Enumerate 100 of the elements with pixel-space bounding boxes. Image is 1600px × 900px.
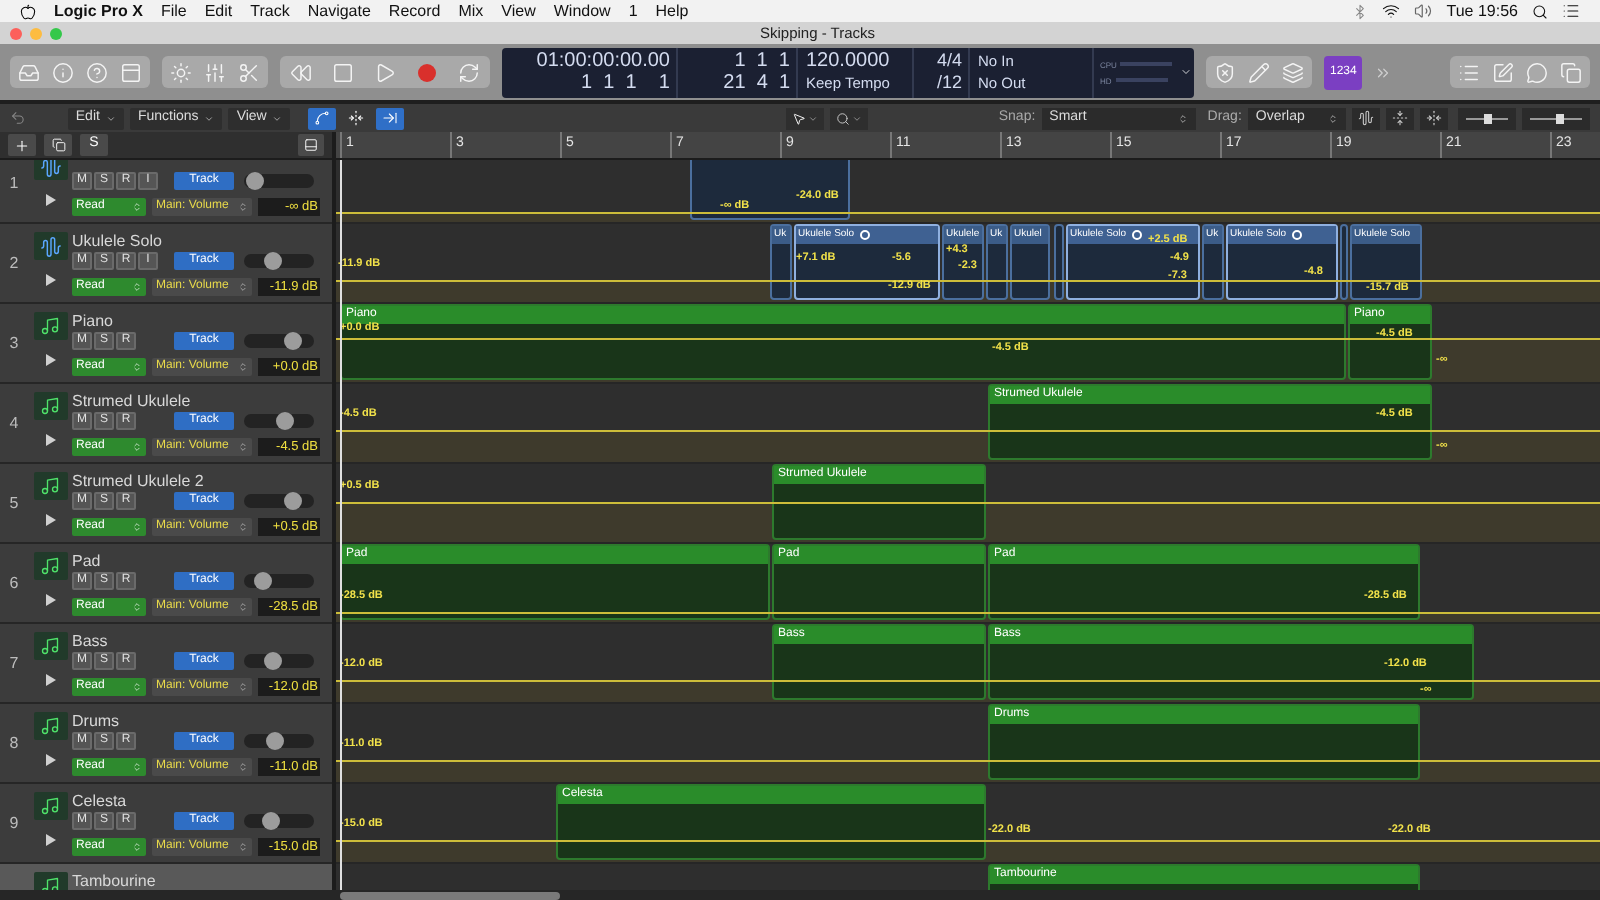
list-icon[interactable] [1562,2,1580,20]
waveform-zoom-button[interactable] [1352,107,1381,129]
music-note-icon [40,396,60,416]
menu-item[interactable]: Record [388,0,441,23]
volume-slider[interactable] [244,573,314,587]
menu-item[interactable]: Edit [204,0,233,23]
app-menu[interactable]: Logic Pro X [54,0,143,23]
back-arrow-icon[interactable] [10,110,26,126]
audio-region[interactable] [1054,224,1064,300]
disclosure-triangle-icon[interactable] [45,274,55,286]
menu-item[interactable]: View [501,0,536,23]
waveform-icon [39,160,61,177]
track-name[interactable]: Bass [72,632,108,650]
catch-toggle-button[interactable] [376,107,405,129]
vertical-zoom-slider[interactable] [1457,107,1517,129]
slider-knob[interactable] [262,811,281,829]
menu-item[interactable]: 1 [628,0,638,23]
slider-knob[interactable] [283,491,301,509]
audio-region[interactable] [1340,224,1348,300]
disclosure-triangle-icon[interactable] [45,434,55,446]
volume-slider[interactable] [244,733,314,747]
slider-thumb[interactable] [1483,113,1492,123]
pointer-tool-menu[interactable] [786,107,825,129]
slider-knob[interactable] [283,331,301,349]
audio-region[interactable] [690,160,850,220]
chevron-down-icon [272,113,283,123]
left-locator: 1 1 1 [734,50,790,72]
track-name[interactable]: Pad [72,552,101,570]
horizontal-zoom-slider[interactable] [1522,107,1591,129]
volume-slider[interactable] [244,173,314,187]
flex-icon [348,110,365,126]
menu-item[interactable]: Window [553,0,611,23]
volume-slider[interactable] [244,253,314,267]
volume-slider[interactable] [244,813,314,827]
bluetooth-icon[interactable] [1352,3,1369,19]
updown-icon [238,681,248,691]
horizontal-scrollbar-thumb[interactable] [340,892,560,900]
updown-icon [132,361,142,371]
slider-knob[interactable] [246,171,265,189]
slider-knob[interactable] [265,731,284,749]
disclosure-triangle-icon[interactable] [45,194,55,206]
updown-icon [132,841,142,851]
search-icon[interactable] [1532,3,1548,19]
duplicate-icon [51,138,65,152]
music-note-icon [40,476,60,496]
chevron-down-icon [808,113,819,123]
track-number: 4 [9,411,19,435]
fit-horizontal-button[interactable] [1420,107,1448,129]
pointer-icon [792,111,807,125]
disclosure-triangle-icon[interactable] [45,514,55,526]
menu-item[interactable]: Help [655,0,689,23]
menu-clock[interactable]: Tue 19:56 [1446,0,1518,23]
track-number: 7 [9,651,19,675]
zoom-tool-menu[interactable] [830,107,869,129]
track-name[interactable]: Drums [72,712,120,730]
apple-icon[interactable] [20,3,36,19]
time-signature: 4/4 [936,50,962,72]
disclosure-triangle-icon[interactable] [45,354,55,366]
menu-item[interactable]: Mix [458,0,484,23]
info-icon [52,61,74,83]
automation-toggle-button[interactable] [308,107,337,129]
music-note-icon [40,796,60,816]
slider-thumb[interactable] [1555,113,1564,123]
speaker-icon[interactable] [1414,2,1433,20]
track-name[interactable]: Piano [72,312,113,330]
volume-slider[interactable] [244,413,314,427]
updown-icon [1328,113,1339,123]
track-number: 8 [9,731,19,755]
waveform-icon [1358,110,1375,126]
track-name[interactable]: Tambourine [72,872,156,890]
disclosure-triangle-icon[interactable] [45,674,55,686]
wifi-icon[interactable] [1382,2,1401,20]
track-name[interactable]: Strumed Ukulele [72,392,191,410]
menu-item[interactable]: Track [250,0,290,23]
slider-knob[interactable] [254,571,273,589]
loop-icon [860,230,871,240]
track-name[interactable]: Ukulele Solo [72,232,162,250]
disclosure-triangle-icon[interactable] [45,594,55,606]
track-header[interactable]: Tambourine [0,864,332,890]
volume-slider[interactable] [244,333,314,347]
menu-item[interactable]: Navigate [307,0,371,23]
slider-knob[interactable] [264,651,283,669]
updown-icon [238,361,248,371]
disclosure-triangle-icon[interactable] [45,834,55,846]
menu-item[interactable]: File [160,0,187,23]
volume-slider[interactable] [244,653,314,667]
chevron-down-icon [1180,66,1192,78]
updown-icon [238,601,248,611]
music-note-icon [40,316,60,336]
volume-slider[interactable] [244,493,314,507]
fit-vertical-button[interactable] [1386,107,1415,129]
updown-icon [132,201,142,211]
catch-icon [382,110,399,126]
track-name[interactable]: Strumed Ukulele 2 [72,472,204,490]
track-name[interactable]: Celesta [72,792,127,810]
slider-knob[interactable] [264,251,283,269]
fold-horizontal-icon [1425,110,1442,126]
loop-icon [1292,230,1303,240]
slider-knob[interactable] [276,411,295,429]
disclosure-triangle-icon[interactable] [45,754,55,766]
